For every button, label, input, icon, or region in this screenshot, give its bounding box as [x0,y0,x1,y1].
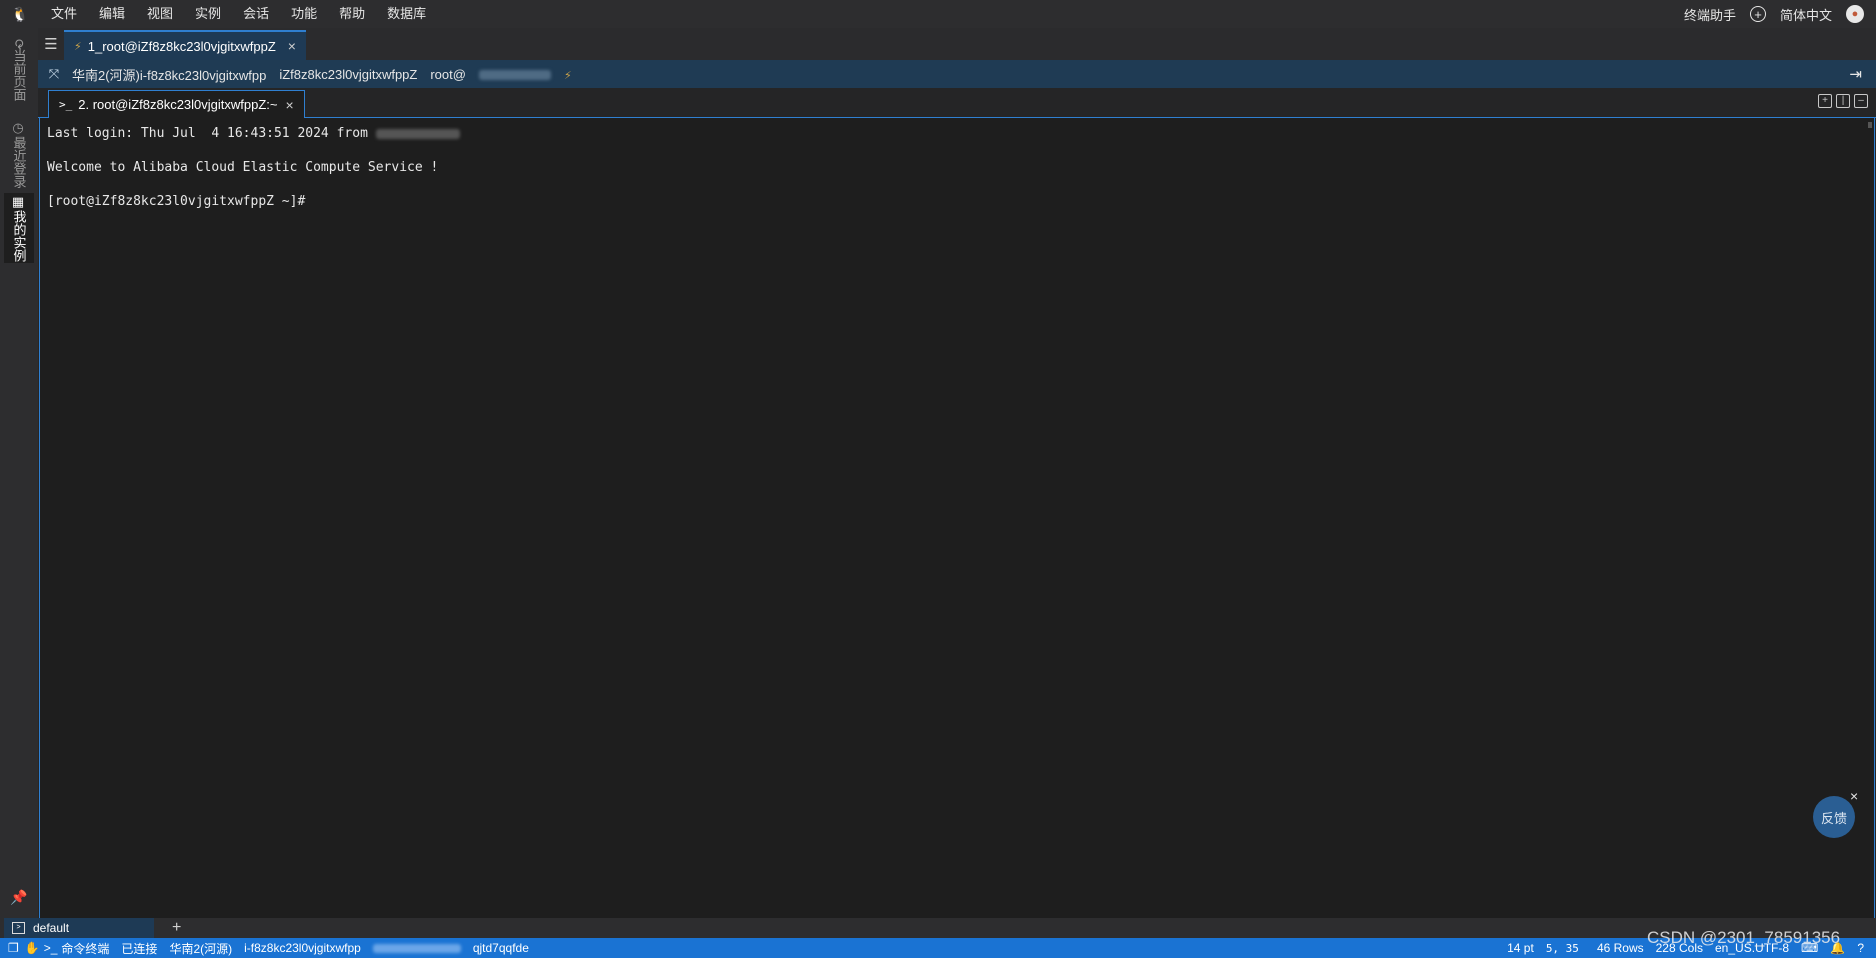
status-bar: ❐ ✋ >_ 命令终端 已连接 华南2(河源) i-f8z8kc23l0vjgi… [0,938,1876,958]
menu-features[interactable]: 功能 [280,0,328,28]
copy-icon[interactable]: ❐ [8,941,19,955]
cursor-position: 5, 35 [1545,941,1579,955]
sidebar-tab-my-instances[interactable]: ▦ 我的实例 [4,193,34,263]
rows-label: 46 Rows [1596,941,1644,955]
split-layout-controls: + | – [1814,94,1868,108]
terminal-prompt-icon: >_ [59,98,73,111]
terminal-mode-icon: >_ [43,941,58,955]
terminal-tab[interactable]: >_ 2. root@iZf8z8kc23l0vjgitxwfppZ:~ × [48,90,305,118]
terminal-icon: > [12,922,25,934]
hand-icon[interactable]: ✋ [25,941,40,955]
command-terminal-label[interactable]: 命令终端 [61,940,109,957]
plug-icon: ⚡ [563,69,572,82]
terminal-tab-bar: >_ 2. root@iZf8z8kc23l0vjgitxwfppZ:~ × +… [38,88,1876,118]
split-vertical-icon[interactable]: | [1836,94,1850,108]
help-icon[interactable]: ? [1857,941,1864,955]
menu-view[interactable]: 视图 [136,0,184,28]
menu-bar: 🐧 文件 编辑 视图 实例 会话 功能 帮助 数据库 终端助手 + 简体中文 ● [0,0,1876,28]
bottom-tab-label: default [33,921,70,935]
session-list-icon[interactable]: ☰ [38,28,64,60]
exit-icon[interactable]: ⇥ [1849,65,1862,83]
terminal-tab-label: 2. root@iZf8z8kc23l0vjgitxwfppZ:~ [78,97,278,112]
region-label: 华南2(河源) [169,941,233,956]
menu-instance[interactable]: 实例 [184,0,232,28]
user-host-label: root@ ⚡ [430,66,572,82]
menu-edit[interactable]: 编辑 [88,0,136,28]
sidebar-tab-label: 我的实例 [11,209,27,262]
terminal-line-last-login: Last login: Thu Jul 4 16:43:51 2024 from [47,125,1867,142]
watermark: CSDN @2301_78591356 [1647,928,1841,947]
menu-database[interactable]: 数据库 [376,0,437,28]
sidebar-tab-current-page[interactable]: ⟳ 当前页面 [6,34,32,106]
terminal-output[interactable]: Last login: Thu Jul 4 16:43:51 2024 from… [39,118,1875,918]
split-horizontal-icon[interactable]: – [1854,94,1868,108]
terminal-line-welcome: Welcome to Alibaba Cloud Elastic Compute… [47,160,439,175]
app-window: 🐧 文件 编辑 视图 实例 会话 功能 帮助 数据库 终端助手 + 简体中文 ●… [0,0,1876,962]
session-tab-bar: ☰ ⚡ 1_root@iZf8z8kc23l0vjgitxwfppZ × [38,28,1876,60]
avatar[interactable]: ● [1846,5,1864,23]
bottom-tab-default[interactable]: > default [4,918,154,938]
terminal-line-prompt: [root@iZf8z8kc23l0vjgitxwfppZ ~]# [47,194,306,209]
bottom-tab-bar: > default + [0,918,1876,938]
close-icon[interactable]: × [288,38,296,54]
new-pane-icon[interactable]: + [1818,94,1832,108]
instance-id-label: i-f8z8kc23l0vjgitxwfpp [244,941,361,955]
server-icon: ▦ [11,194,27,210]
plug-icon: ⚡ [74,40,82,53]
session-tab[interactable]: ⚡ 1_root@iZf8z8kc23l0vjgitxwfppZ × [64,30,306,60]
sidebar-tab-label: 最近登录 [11,135,27,188]
hostname-label: iZf8z8kc23l0vjgitxwfppZ [279,66,418,82]
redacted-ip [478,70,551,81]
menu-help[interactable]: 帮助 [328,0,376,28]
session-id-label: qjtd7qqfde [472,941,529,955]
language-selector[interactable]: 简体中文 [1780,5,1832,24]
window-bottom-edge [0,958,1876,962]
menu-session[interactable]: 会话 [232,0,280,28]
redacted-ip [375,128,460,139]
sidebar-tab-label: 当前页面 [11,49,27,102]
clock-icon: ◷ [11,120,27,136]
redacted-ip [372,943,461,953]
close-icon[interactable]: × [286,97,294,113]
fullscreen-icon[interactable]: ⤧ [42,66,66,82]
menu-file[interactable]: 文件 [40,0,88,28]
close-icon[interactable]: × [1850,788,1858,804]
linux-logo-icon: 🐧 [11,5,29,22]
terminal-assistant-button[interactable]: 终端助手 [1684,5,1736,24]
sidebar-tab-recent-login[interactable]: ◷ 最近登录 [6,118,32,190]
add-circle-icon[interactable]: + [1749,6,1766,22]
refresh-icon: ⟳ [11,38,27,50]
session-tab-label: 1_root@iZf8z8kc23l0vjgitxwfppZ [87,38,276,54]
region-instance-label: 华南2(河源)i-f8z8kc23l0vjgitxwfpp [72,67,267,83]
scrollbar[interactable] [1868,122,1872,128]
feedback-button[interactable]: 反馈 [1813,796,1855,838]
font-size-label[interactable]: 14 pt [1507,941,1534,955]
connection-info-bar: ⤧ 华南2(河源)i-f8z8kc23l0vjgitxwfpp iZf8z8kc… [38,60,1876,88]
add-tab-button[interactable]: + [172,918,181,938]
left-sidebar: ⟳ 当前页面 ◷ 最近登录 ▦ 我的实例 📌 [0,28,38,918]
pin-icon[interactable]: 📌 [10,889,27,906]
connection-status: 已连接 [121,941,158,956]
